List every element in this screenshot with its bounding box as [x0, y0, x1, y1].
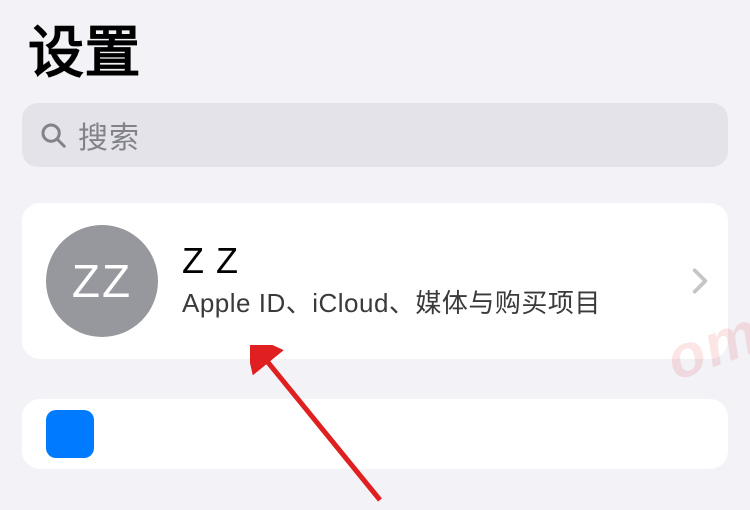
- settings-row-partial[interactable]: [22, 399, 728, 469]
- row-icon: [46, 410, 94, 458]
- account-subtitle: Apple ID、iCloud、媒体与购买项目: [182, 286, 664, 321]
- page-title: 设置: [28, 8, 722, 89]
- account-text-block: Z Z Apple ID、iCloud、媒体与购买项目: [182, 240, 664, 321]
- search-icon: [38, 120, 68, 150]
- page-header: 设置: [0, 0, 750, 103]
- search-container: 搜索: [0, 103, 750, 167]
- account-group: ZZ Z Z Apple ID、iCloud、媒体与购买项目: [22, 203, 728, 359]
- search-input[interactable]: 搜索: [22, 103, 728, 167]
- chevron-right-icon: [692, 267, 708, 295]
- avatar: ZZ: [46, 225, 158, 337]
- account-row[interactable]: ZZ Z Z Apple ID、iCloud、媒体与购买项目: [22, 203, 728, 359]
- account-name: Z Z: [182, 240, 664, 282]
- search-placeholder: 搜索: [78, 113, 140, 157]
